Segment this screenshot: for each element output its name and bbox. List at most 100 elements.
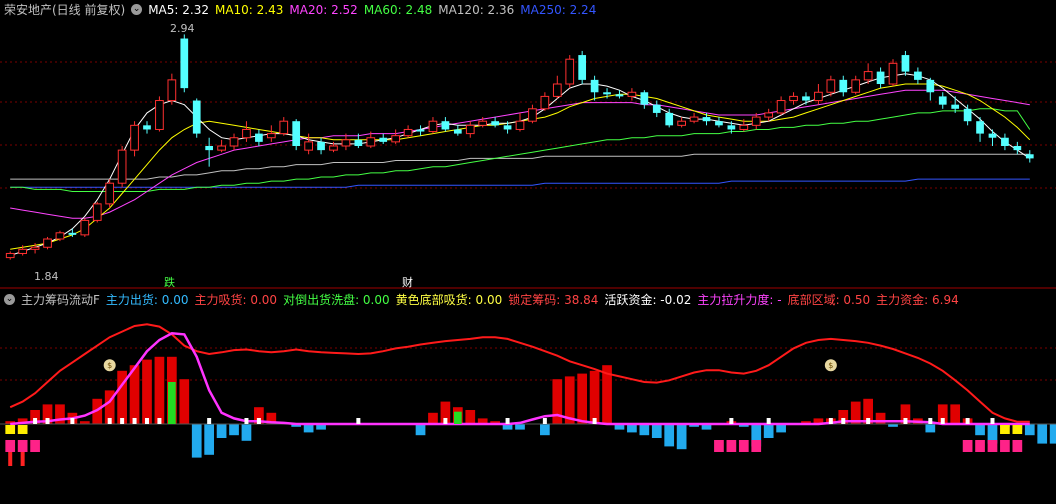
candle — [391, 129, 401, 144]
histogram-bar — [465, 410, 476, 424]
candle — [180, 34, 189, 93]
candle-body — [702, 117, 711, 122]
active-funds-dot — [729, 418, 734, 424]
candle-body — [590, 79, 599, 93]
histogram-bar — [577, 373, 588, 424]
candle-body — [1001, 137, 1009, 146]
histogram-bar — [191, 424, 202, 458]
candle — [242, 121, 251, 142]
candle — [143, 121, 151, 134]
candle — [876, 67, 885, 89]
candle-body — [130, 124, 139, 151]
candle-body — [615, 94, 624, 97]
histogram-bar — [303, 424, 314, 433]
active-funds-dot — [841, 418, 846, 424]
candle-body — [266, 133, 276, 139]
candle-body — [304, 141, 313, 151]
candle-body — [30, 246, 40, 250]
ma10-value: MA10: 2.43 — [214, 3, 284, 17]
indicator-menu-icon[interactable]: ⌄ — [4, 294, 15, 305]
candle-body — [379, 137, 388, 142]
candle-body — [341, 139, 351, 147]
candle — [155, 96, 164, 132]
candle-body — [155, 100, 164, 130]
candle-body — [441, 121, 450, 130]
candle-body — [627, 91, 637, 97]
candle — [677, 117, 686, 128]
candle-body — [565, 58, 575, 85]
candle-body — [689, 116, 699, 122]
bottom-zone-block — [738, 440, 749, 452]
candle — [976, 117, 984, 142]
candle-body — [55, 232, 65, 240]
histogram-bar — [415, 424, 426, 436]
candle — [926, 77, 935, 101]
active-funds-dot — [70, 418, 75, 424]
histogram-bar — [950, 404, 961, 424]
chevron-down-icon[interactable]: ⌄ — [131, 4, 143, 15]
histogram-bar — [975, 424, 985, 436]
active-funds-dot — [120, 418, 125, 424]
bottom-zone-block — [30, 440, 40, 452]
candle — [105, 179, 115, 208]
money-bag-icon: $ — [103, 359, 116, 372]
active-funds-dot — [828, 418, 833, 424]
candle-body — [914, 71, 922, 80]
bottom-zone-block — [17, 440, 28, 452]
active-funds-dot — [990, 418, 995, 424]
bottom-zone-block — [1012, 440, 1023, 452]
active-funds-dot — [144, 418, 149, 424]
money-bag-icon: $ — [824, 359, 837, 372]
candle-body — [715, 121, 723, 126]
bottom-zone-block — [714, 440, 724, 452]
histogram-bar — [1037, 424, 1048, 444]
active-funds-value: 活跃资金: -0.02 — [604, 293, 692, 307]
candlestick-series — [5, 34, 1034, 260]
candle-body — [851, 79, 861, 93]
bottom-zone-block — [751, 440, 762, 452]
candle-body — [515, 120, 525, 130]
candle-body — [640, 92, 649, 105]
yellow-bottom-block — [1000, 425, 1010, 434]
money-bag-symbol: $ — [107, 361, 112, 370]
candle-body — [677, 120, 686, 126]
candle-body — [926, 79, 935, 93]
candle — [217, 139, 226, 153]
locked-chips-value: 锁定筹码: 38.84 — [508, 293, 599, 307]
candle-body — [951, 104, 960, 109]
high-price-label: 2.94 — [170, 22, 195, 35]
active-funds-dot — [356, 418, 361, 424]
candle — [428, 117, 438, 134]
main-chart-legend: 荣安地产(日线 前复权) ⌄ MA5: 2.32 MA10: 2.43 MA20… — [0, 0, 596, 20]
candle — [689, 112, 699, 124]
bottom-zone-block — [1000, 440, 1010, 452]
candle — [715, 117, 723, 128]
candle — [963, 104, 972, 126]
candle — [776, 96, 786, 115]
active-funds-dot — [542, 418, 547, 424]
candle-body — [143, 125, 151, 130]
candle — [317, 137, 325, 155]
candle — [130, 121, 139, 157]
candle — [92, 201, 102, 223]
active-funds-dot — [866, 418, 871, 424]
ma60-value: MA60: 2.48 — [363, 3, 433, 17]
candle-body — [665, 112, 674, 126]
candle-body — [68, 232, 77, 235]
event-label-1: 跌 — [164, 275, 175, 289]
candle — [117, 146, 127, 188]
histogram-bar — [627, 424, 637, 433]
candle — [491, 117, 499, 128]
histogram-bar — [763, 424, 774, 438]
candle — [789, 92, 798, 105]
bottom-zone-block — [726, 440, 737, 452]
wash-trade-bar — [168, 382, 176, 424]
candle-body — [242, 128, 251, 139]
candle — [578, 50, 587, 84]
candle-body — [652, 104, 661, 113]
candle-body — [876, 71, 885, 84]
histogram-bar — [216, 424, 227, 438]
stock-chart[interactable]: $ $ 2.94 1.84 跌 财 — [0, 0, 1056, 504]
candle — [192, 98, 201, 138]
wash-trade-value: 对倒出货洗盘: 0.00 — [283, 293, 390, 307]
